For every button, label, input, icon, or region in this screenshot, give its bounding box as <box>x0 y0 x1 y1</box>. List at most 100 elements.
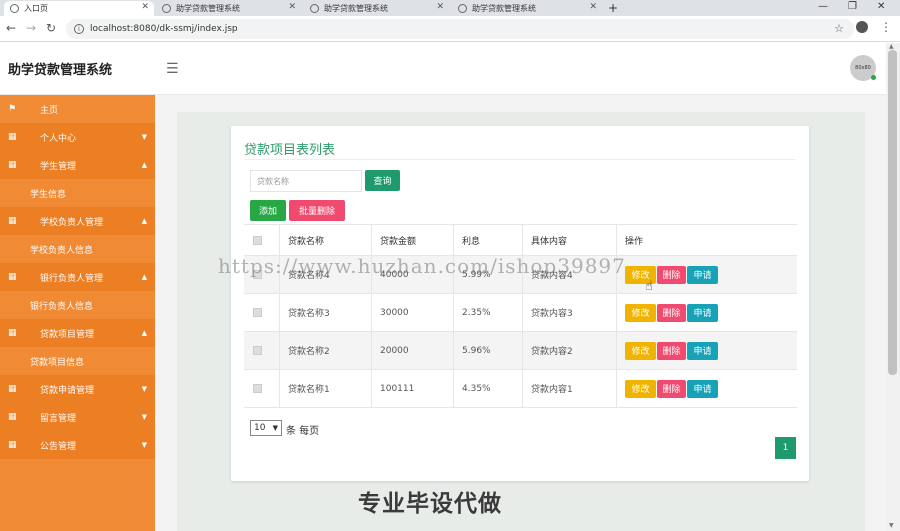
browser-profile-icon[interactable] <box>856 21 868 33</box>
page-size-value: 10 <box>254 423 266 433</box>
apply-button[interactable]: 申请 <box>687 265 718 284</box>
sidebar-item-label: 贷款项目管理 <box>40 329 95 340</box>
column-header: 利息 <box>453 225 522 255</box>
row-checkbox[interactable] <box>253 308 262 317</box>
sidebar-item-home[interactable]: ⚑ 主页 <box>0 95 155 123</box>
browser-tab-1[interactable]: 入口页 ✕ <box>4 1 154 16</box>
content-cell: 贷款内容1 <box>522 370 616 407</box>
table-row: 贷款名称1 100111 4.35% 贷款内容1 修改 删除 申请 <box>244 370 797 408</box>
loan-project-list-card: 贷款项目表列表 贷款名称 查询 添加 批量删除 贷款名称 贷款金额 利息 具体内… <box>231 126 809 481</box>
url-input[interactable]: i localhost:8080/dk-ssmj/index.jsp ☆ <box>66 19 854 39</box>
caret-down-icon: ▼ <box>141 413 147 421</box>
grid-icon: ▦ <box>8 272 17 282</box>
avatar-placeholder-text: 80x80 <box>855 65 871 71</box>
page-size-select[interactable]: 10 ▼ <box>250 420 282 436</box>
apply-button[interactable]: 申请 <box>687 379 718 398</box>
scroll-down-icon[interactable]: ▼ <box>889 522 894 529</box>
table-header-row: 贷款名称 贷款金额 利息 具体内容 操作 <box>244 225 797 256</box>
column-header: 贷款名称 <box>279 225 371 255</box>
sidebar-item-bank-manager-info[interactable]: 银行负责人信息 <box>0 291 155 319</box>
bookmark-star-icon[interactable]: ☆ <box>834 22 844 35</box>
minimize-icon[interactable]: — <box>818 1 828 12</box>
back-icon[interactable]: ← <box>6 21 16 35</box>
add-button[interactable]: 添加 <box>250 200 286 221</box>
scroll-up-icon[interactable]: ▲ <box>889 43 894 50</box>
sidebar-item-label: 贷款申请管理 <box>40 385 95 396</box>
sidebar-item-label: 银行负责人管理 <box>40 273 104 284</box>
column-header: 具体内容 <box>522 225 616 255</box>
flag-icon: ⚑ <box>8 104 17 114</box>
browser-tab-2[interactable]: 助学贷款管理系统 ✕ <box>156 1 301 16</box>
online-status-dot <box>871 75 876 80</box>
loan-amount-cell: 20000 <box>371 332 453 369</box>
sidebar-item-bank-manager-management[interactable]: ▦ 银行负责人管理 ▲ <box>0 263 155 291</box>
row-select-cell <box>244 294 279 331</box>
forward-icon[interactable]: → <box>26 21 36 35</box>
page-scrollbar-thumb[interactable] <box>888 50 897 375</box>
app-header: 助学贷款管理系统 ☰ 80x80 <box>0 43 886 95</box>
sidebar-item-student-info[interactable]: 学生信息 <box>0 179 155 207</box>
restore-icon[interactable]: ❐ <box>848 1 857 12</box>
sidebar-item-label: 贷款项目信息 <box>30 357 85 368</box>
delete-button[interactable]: 删除 <box>657 341 686 360</box>
caret-up-icon: ▲ <box>141 161 147 169</box>
edit-button[interactable]: 修改 <box>625 379 656 398</box>
browser-menu-icon[interactable]: ⋮ <box>880 20 892 34</box>
row-select-cell <box>244 332 279 369</box>
url-text: localhost:8080/dk-ssmj/index.jsp <box>90 24 238 34</box>
grid-icon: ▦ <box>8 412 17 422</box>
row-checkbox[interactable] <box>253 384 262 393</box>
edit-button[interactable]: 修改 <box>625 303 656 322</box>
batch-delete-button[interactable]: 批量删除 <box>289 200 345 221</box>
sidebar-item-school-manager-management[interactable]: ▦ 学校负责人管理 ▲ <box>0 207 155 235</box>
loan-project-table: 贷款名称 贷款金额 利息 具体内容 操作 贷款名称4 40000 5.99% 贷… <box>244 224 797 408</box>
sidebar-item-label: 学校负责人管理 <box>40 217 104 228</box>
search-button[interactable]: 查询 <box>365 170 400 191</box>
grid-icon: ▦ <box>8 384 17 394</box>
close-icon[interactable]: ✕ <box>141 2 149 12</box>
reload-icon[interactable]: ↻ <box>46 21 56 35</box>
loan-name-search-input[interactable]: 贷款名称 <box>250 170 362 192</box>
sidebar-item-personal-center[interactable]: ▦ 个人中心 ▼ <box>0 123 155 151</box>
close-icon[interactable]: ✕ <box>589 2 597 12</box>
browser-tab-4[interactable]: 助学贷款管理系统 ✕ <box>452 1 602 16</box>
sidebar-item-label: 学校负责人信息 <box>30 245 94 256</box>
column-header: 操作 <box>616 225 797 255</box>
tab-label: 助学贷款管理系统 <box>324 4 388 13</box>
pagination-page-1[interactable]: 1 <box>775 437 796 459</box>
interest-cell: 2.35% <box>453 294 522 331</box>
apply-button[interactable]: 申请 <box>687 341 718 360</box>
sidebar-item-notice-management[interactable]: ▦ 公告管理 ▼ <box>0 431 155 459</box>
close-icon[interactable]: ✕ <box>436 2 444 12</box>
delete-button[interactable]: 删除 <box>657 379 686 398</box>
delete-button[interactable]: 删除 <box>657 303 686 322</box>
table-row: 贷款名称3 30000 2.35% 贷款内容3 修改 删除 申请 <box>244 294 797 332</box>
content-cell: 贷款内容2 <box>522 332 616 369</box>
row-checkbox[interactable] <box>253 346 262 355</box>
caret-down-icon: ▼ <box>141 385 147 393</box>
chevron-down-icon: ▼ <box>272 424 278 432</box>
window-close-icon[interactable]: ✕ <box>877 1 885 12</box>
caret-up-icon: ▲ <box>141 329 147 337</box>
info-icon[interactable]: i <box>74 24 84 34</box>
sidebar-item-loan-project-info[interactable]: 贷款项目信息 <box>0 347 155 375</box>
menu-toggle-icon[interactable]: ☰ <box>166 61 179 77</box>
sidebar-item-student-management[interactable]: ▦ 学生管理 ▲ <box>0 151 155 179</box>
avatar[interactable]: 80x80 <box>850 55 876 81</box>
sidebar-item-loan-application-management[interactable]: ▦ 贷款申请管理 ▼ <box>0 375 155 403</box>
page-size-label: 条 每页 <box>286 426 320 437</box>
search-placeholder: 贷款名称 <box>257 176 289 186</box>
apply-button[interactable]: 申请 <box>687 303 718 322</box>
sidebar-item-school-manager-info[interactable]: 学校负责人信息 <box>0 235 155 263</box>
sidebar-item-loan-project-management[interactable]: ▦ 贷款项目管理 ▲ <box>0 319 155 347</box>
close-icon[interactable]: ✕ <box>288 2 296 12</box>
select-all-cell <box>244 225 279 255</box>
new-tab-icon[interactable]: + <box>608 1 618 15</box>
browser-tab-bar: 入口页 ✕ 助学贷款管理系统 ✕ 助学贷款管理系统 ✕ 助学贷款管理系统 ✕ +… <box>0 0 900 16</box>
edit-button[interactable]: 修改 <box>625 341 656 360</box>
grid-icon: ▦ <box>8 132 17 142</box>
select-all-checkbox[interactable] <box>253 235 262 245</box>
sidebar-item-message-management[interactable]: ▦ 留言管理 ▼ <box>0 403 155 431</box>
delete-button[interactable]: 删除 <box>657 265 686 284</box>
browser-tab-3[interactable]: 助学贷款管理系统 ✕ <box>304 1 449 16</box>
